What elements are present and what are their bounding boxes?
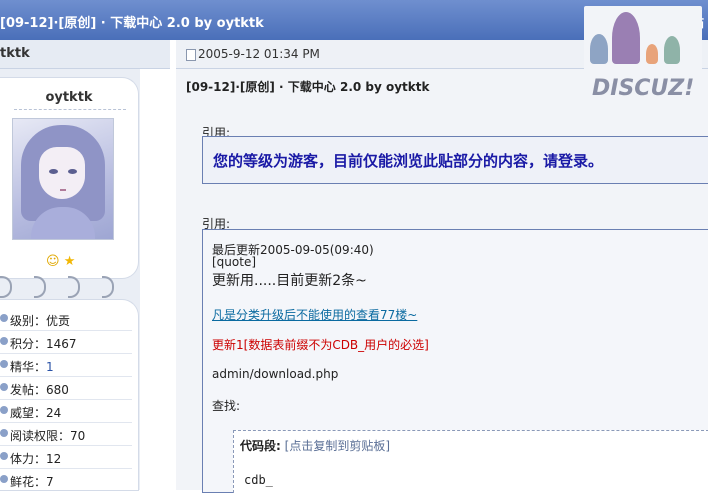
copy-to-clipboard-link[interactable]: [点击复制到剪贴板] bbox=[285, 439, 390, 453]
stat-value: 1467 bbox=[46, 337, 77, 351]
star-icon: ★ bbox=[63, 254, 76, 269]
stat-value: 12 bbox=[46, 452, 62, 466]
bullet-icon bbox=[0, 314, 8, 322]
file-path-line: admin/download.php bbox=[212, 367, 339, 381]
user-header: tktk bbox=[0, 40, 170, 69]
divider bbox=[14, 109, 126, 110]
smiley-icon: ☺ bbox=[46, 254, 60, 269]
stat-label: 积分： bbox=[10, 337, 47, 351]
stat-row: 阅读权限：70 bbox=[0, 423, 132, 446]
stat-row: 发帖：680 bbox=[0, 377, 132, 400]
stat-label: 鲜花： bbox=[10, 475, 47, 489]
content-quote: 最后更新2005-09-05(09:40) [quote] 更新用.....目前… bbox=[202, 229, 708, 493]
profile-stats: 级别：优贡 积分：1467 精华：1 发帖：680 威望：24 阅读权限：70 … bbox=[0, 300, 138, 490]
bullet-icon bbox=[0, 452, 8, 460]
update-note: 更新用.....目前更新2条~ bbox=[212, 273, 367, 289]
stat-row: 级别：优贡 bbox=[0, 308, 132, 331]
code-block: 代码段: [点击复制到剪贴板] cdb_ bbox=[233, 430, 708, 493]
stat-label: 阅读权限： bbox=[10, 429, 71, 443]
bullet-icon bbox=[0, 406, 8, 414]
stat-value: 680 bbox=[46, 383, 69, 397]
stat-value: 24 bbox=[46, 406, 62, 420]
profile-username[interactable]: oytktk bbox=[0, 90, 138, 105]
post-document-icon bbox=[186, 49, 196, 61]
stat-row: 体力：12 bbox=[0, 446, 132, 469]
card-rings bbox=[0, 276, 140, 298]
stat-row: 威望：24 bbox=[0, 400, 132, 423]
guest-notice-quote: 您的等级为游客，目前仅能浏览此贴部分的内容，请登录。 bbox=[202, 136, 708, 184]
code-content: cdb_ bbox=[244, 473, 273, 487]
stat-label: 级别： bbox=[10, 314, 47, 328]
code-label: 代码段: bbox=[240, 439, 281, 453]
upgrade-notice-link[interactable]: 凡是分类升级后不能使用的查看77楼~ bbox=[212, 306, 417, 323]
bullet-icon bbox=[0, 337, 8, 345]
logo-figure-icon bbox=[590, 34, 608, 64]
bullet-icon bbox=[0, 383, 8, 391]
avatar bbox=[12, 118, 114, 240]
profile-card: oytktk ☺ ★ bbox=[0, 78, 138, 278]
stat-value: 7 bbox=[46, 475, 54, 489]
stat-row: 鲜花：7 bbox=[0, 469, 132, 491]
stat-label: 发帖： bbox=[10, 383, 47, 397]
code-header: 代码段: [点击复制到剪贴板] bbox=[240, 437, 390, 454]
update1-line: 更新1[数据表前缀不为CDB_用户的必选] bbox=[212, 338, 429, 352]
stat-label: 威望： bbox=[10, 406, 47, 420]
stat-value: 70 bbox=[70, 429, 86, 443]
post-title: [09-12]·[原创] · 下载中心 2.0 by oytktk bbox=[186, 80, 430, 94]
logo-figure-icon bbox=[664, 36, 680, 64]
bullet-icon bbox=[0, 429, 8, 437]
stat-value: 优贡 bbox=[46, 314, 71, 328]
post-date: 2005-9-12 01:34 PM bbox=[198, 47, 320, 61]
stat-label: 精华： bbox=[10, 360, 47, 374]
stat-label: 体力： bbox=[10, 452, 47, 466]
stat-row: 积分：1467 bbox=[0, 331, 132, 354]
find-line: 查找: bbox=[212, 399, 241, 413]
bullet-icon bbox=[0, 475, 8, 483]
guest-notice-text: 您的等级为游客，目前仅能浏览此贴部分的内容，请登录。 bbox=[213, 152, 604, 170]
discuz-logo: DISCUZ! bbox=[584, 6, 702, 104]
stat-row: 精华：1 bbox=[0, 354, 132, 377]
stat-value-link[interactable]: 1 bbox=[46, 360, 54, 374]
bullet-icon bbox=[0, 360, 8, 368]
logo-text: DISCUZ! bbox=[592, 76, 695, 101]
logo-figure-icon bbox=[612, 12, 640, 64]
quote-tag-line: [quote] bbox=[212, 255, 257, 269]
logo-figure-icon bbox=[646, 44, 658, 64]
rank-icons: ☺ ★ bbox=[46, 254, 75, 269]
user-header-name[interactable]: tktk bbox=[0, 46, 30, 61]
thread-title: [09-12]·[原创] · 下载中心 2.0 by oytktk bbox=[0, 16, 264, 31]
